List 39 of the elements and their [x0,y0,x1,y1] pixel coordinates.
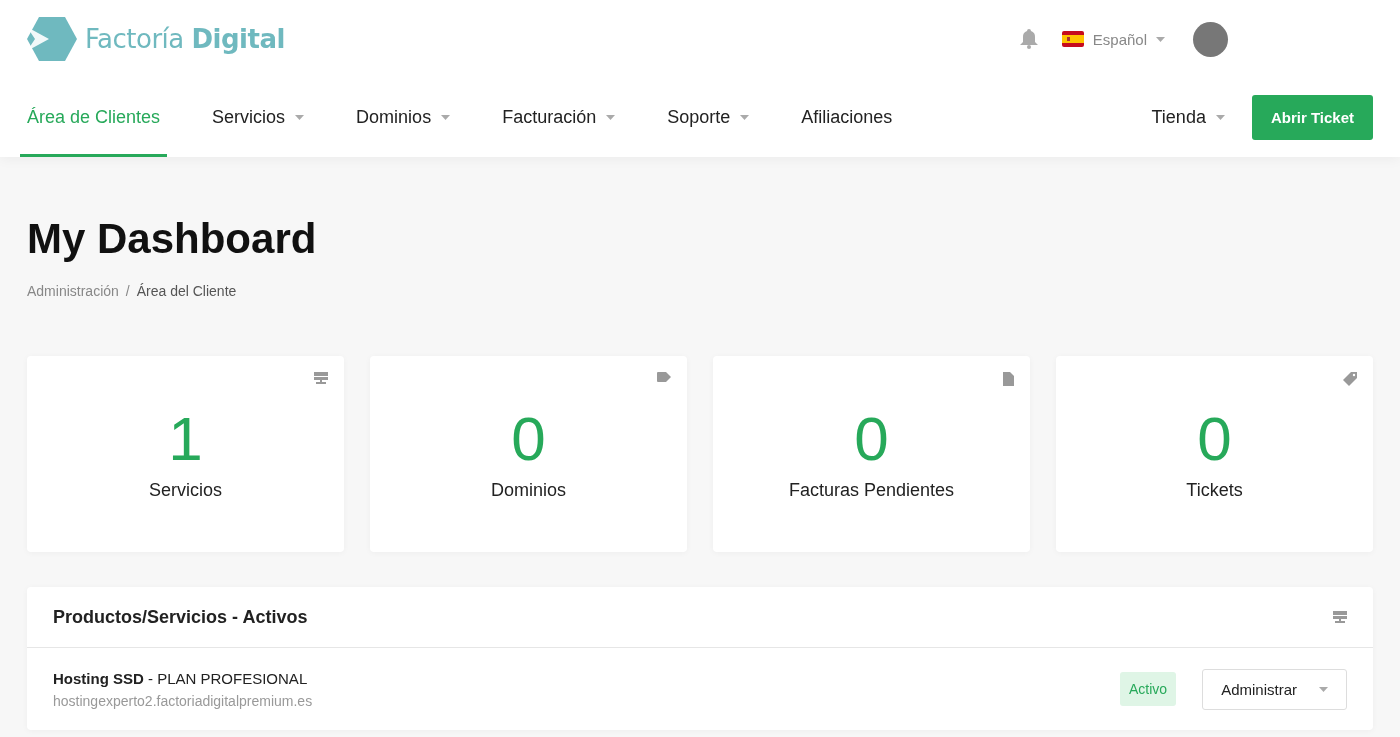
avatar[interactable] [1193,21,1228,57]
stat-label: Facturas Pendientes [788,480,955,501]
product-name: Hosting SSD - PLAN PROFESIONAL [53,669,309,687]
flag-icon [1061,31,1084,47]
status-badge: Activo [1120,672,1177,706]
server-icon [1333,611,1347,623]
breadcrumb-separator: / [125,283,130,299]
stat-value: 0 [511,404,546,474]
panel-title: Productos/Servicios - Activos [53,606,308,628]
store-menu[interactable]: Tienda [1144,78,1232,157]
brand-name: Factoría Digital [85,24,285,54]
manage-dropdown[interactable]: Administrar [1202,668,1347,710]
nav-tab[interactable]: Afiliaciones [794,78,900,157]
server-icon [314,372,328,384]
stat-label: Dominios [491,480,566,501]
stat-value: 0 [1197,404,1232,474]
stat-card[interactable]: 1 Servicios [27,356,344,552]
breadcrumb-item: Área del Cliente [136,283,237,299]
nav-tab[interactable]: Servicios [205,78,312,157]
nav-tab[interactable]: Facturación [495,78,623,157]
page-title: My Dashboard [27,215,318,263]
language-selector[interactable]: Español [1092,30,1147,48]
logo-icon [27,17,77,61]
product-domain: hostingexperto2.factoriadigitalpremium.es [53,692,314,709]
stat-card[interactable]: 0 Tickets [1056,356,1373,552]
document-icon [1003,372,1014,386]
stat-label: Servicios [149,480,222,501]
stat-card[interactable]: 0 Facturas Pendientes [713,356,1030,552]
tag-icon [1343,372,1357,386]
nav-tab[interactable]: Soporte [660,78,757,157]
caret-icon [1319,686,1328,692]
stat-value: 0 [854,404,889,474]
caret-icon [1156,36,1165,42]
nav-tab[interactable]: Dominios [349,78,458,157]
tag-icon [657,372,671,382]
stat-value: 1 [168,404,203,474]
stat-label: Tickets [1186,480,1243,501]
stat-card[interactable]: 0 Dominios [370,356,687,552]
bell-icon[interactable] [1019,29,1038,49]
